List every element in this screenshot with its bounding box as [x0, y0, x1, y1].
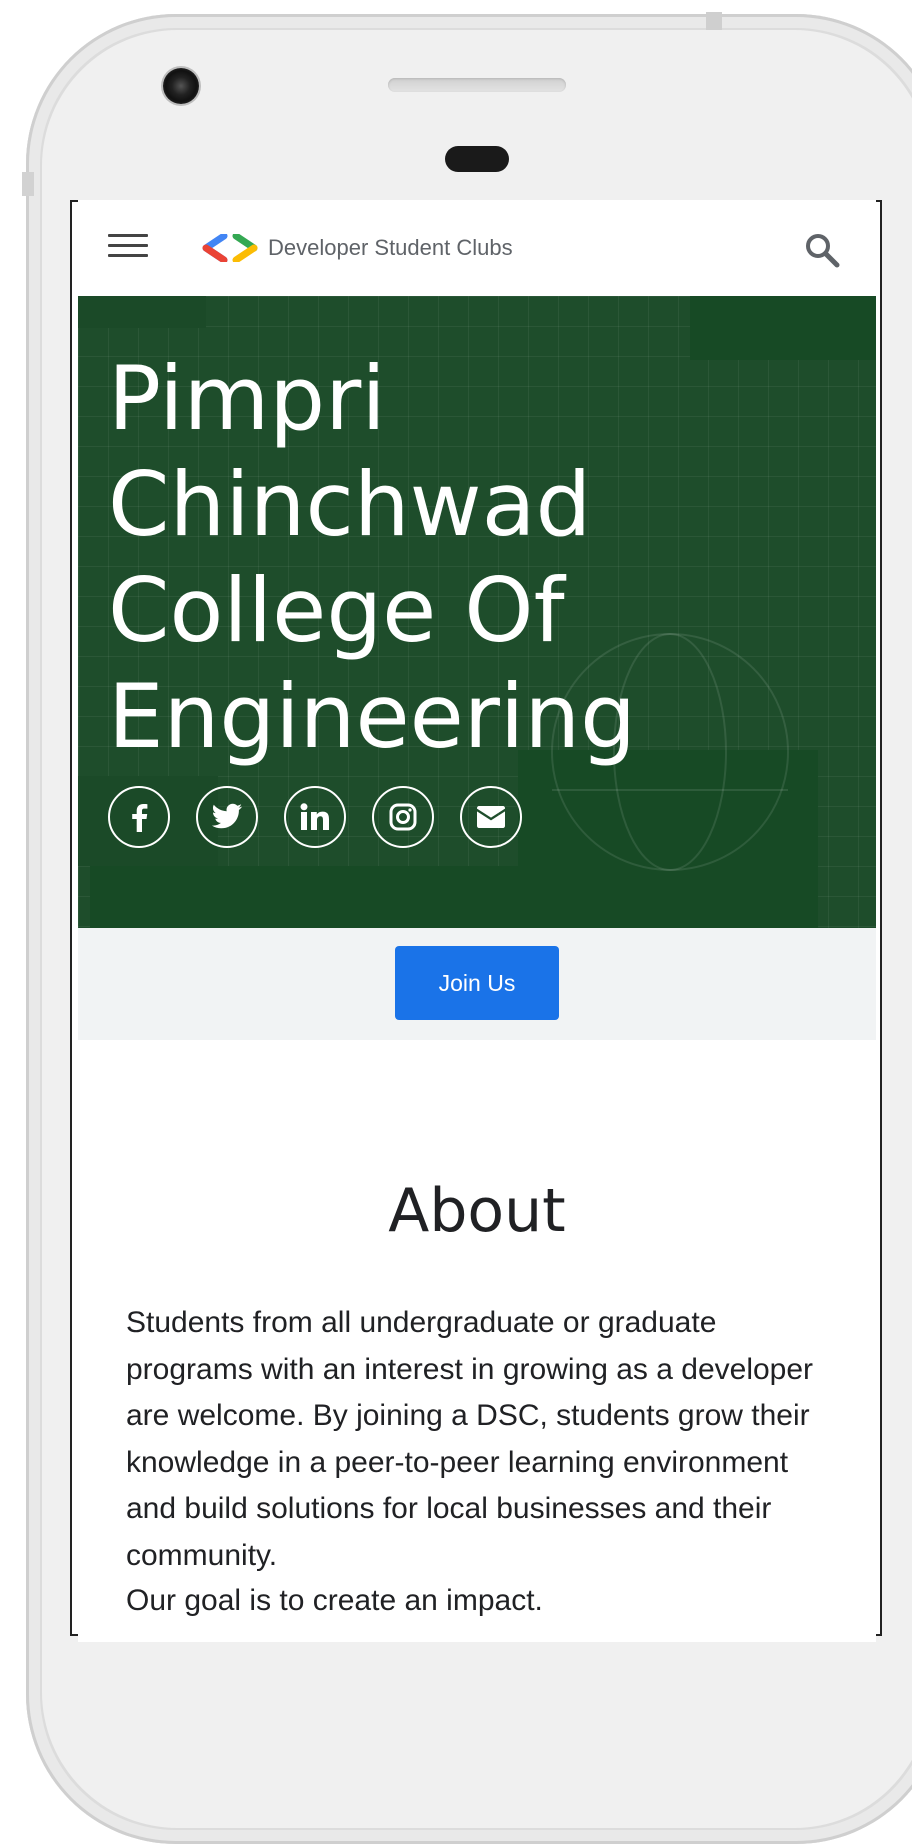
social-links — [108, 786, 522, 848]
dsc-brackets-icon — [202, 234, 258, 262]
hamburger-menu-icon[interactable] — [108, 232, 148, 260]
join-us-button[interactable]: Join Us — [395, 946, 559, 1020]
linkedin-icon[interactable] — [284, 786, 346, 848]
about-description: Students from all undergraduate or gradu… — [126, 1306, 814, 1572]
page: Developer Student Clubs Pimpri Chinchwad… — [0, 0, 912, 1846]
about-goal: Our goal is to create an impact. — [126, 1584, 543, 1617]
front-camera — [163, 68, 199, 104]
about-heading: About — [388, 1176, 566, 1246]
email-icon[interactable] — [460, 786, 522, 848]
dsc-logo[interactable]: Developer Student Clubs — [202, 230, 513, 266]
screen: Developer Student Clubs Pimpri Chinchwad… — [78, 200, 876, 1642]
brand-text: Developer Student Clubs — [268, 235, 513, 260]
join-section: Join Us — [78, 928, 876, 1040]
proximity-sensor — [445, 146, 509, 172]
side-button — [22, 172, 34, 196]
earpiece-speaker — [388, 78, 566, 92]
hero-decor-block — [78, 296, 206, 328]
chapter-title-line: College Of — [108, 559, 565, 662]
facebook-icon[interactable] — [108, 786, 170, 848]
chapter-title-line: Chinchwad — [108, 453, 592, 556]
twitter-icon[interactable] — [196, 786, 258, 848]
hero-decor-block — [90, 866, 520, 928]
instagram-icon[interactable] — [372, 786, 434, 848]
about-section: About Students from all undergraduate or… — [78, 1040, 876, 1642]
chapter-title: Pimpri Chinchwad College Of Engineering — [108, 346, 828, 770]
chapter-title-line: Pimpri — [108, 347, 386, 450]
chapter-title-line: Engineering — [108, 665, 636, 768]
top-app-bar: Developer Student Clubs — [78, 200, 876, 296]
power-button — [706, 12, 722, 30]
phone-chin — [60, 1642, 900, 1682]
hero-banner: Pimpri Chinchwad College Of Engineering — [78, 296, 876, 928]
search-icon[interactable] — [802, 230, 842, 270]
